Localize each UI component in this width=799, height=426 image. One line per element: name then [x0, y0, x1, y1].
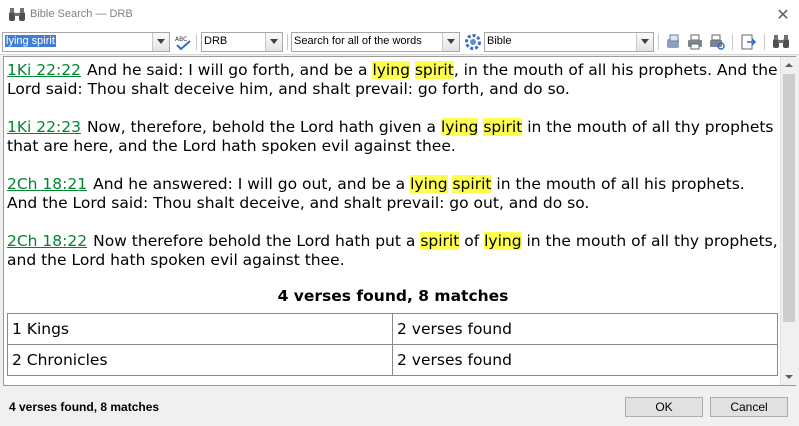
scrollbar-thumb[interactable] — [783, 74, 795, 322]
verse-reference-link[interactable]: 2Ch 18:21 — [7, 175, 87, 193]
table-row: 1 Kings 2 verses found — [7, 313, 778, 345]
vertical-scrollbar[interactable] — [780, 57, 796, 385]
search-input-value: lying spirit — [5, 35, 56, 47]
scope-select-value: Bible — [487, 35, 512, 47]
chevron-down-icon[interactable] — [636, 33, 653, 51]
results-pane: 1Ki 22:22 And he said: I will go forth, a… — [3, 56, 796, 386]
svg-text:ABC: ABC — [175, 36, 187, 43]
export-icon[interactable] — [739, 33, 757, 51]
book-name-cell: 2 Chronicles — [7, 344, 393, 376]
search-input[interactable]: lying spirit — [2, 32, 170, 52]
match-highlight: lying — [372, 61, 410, 79]
search-mode-select[interactable]: Search for all of the words — [291, 32, 460, 52]
book-count-cell: 2 verses found — [392, 344, 778, 376]
ok-button[interactable]: OK — [625, 397, 703, 417]
book-name-cell: 1 Kings — [7, 313, 393, 345]
table-row: 2 Chronicles 2 verses found — [7, 344, 778, 376]
verse-text: And he said: I will go forth, and be a — [86, 61, 373, 79]
books-table: 1 Kings 2 verses found 2 Chronicles 2 verse… — [7, 313, 778, 376]
toolbar: lying spirit ABC DRB Search for all of t… — [0, 30, 799, 55]
chevron-down-icon[interactable] — [265, 33, 282, 51]
match-highlight: lying — [484, 232, 522, 250]
verse-item: 1Ki 22:23 Now, therefore, behold the Lord… — [7, 118, 779, 156]
find-icon[interactable] — [772, 33, 790, 51]
match-highlight: spirit — [452, 175, 492, 193]
gear-icon[interactable] — [464, 33, 482, 51]
verse-text: Now therefore behold the Lord hath put a — [93, 232, 421, 250]
cancel-button[interactable]: Cancel — [710, 397, 788, 417]
match-highlight: lying — [410, 175, 448, 193]
toolbar-separator — [196, 34, 197, 50]
close-button[interactable]: ✕ — [772, 4, 794, 26]
copy-icon[interactable] — [664, 33, 682, 51]
version-select-value: DRB — [204, 35, 228, 47]
verse-text: And he answered: I will go out, and be a — [93, 175, 411, 193]
verse-reference-link[interactable]: 2Ch 18:22 — [7, 232, 87, 250]
scroll-down-icon[interactable] — [781, 369, 797, 385]
verse-item: 1Ki 22:22 And he said: I will go forth, a… — [7, 61, 779, 99]
verse-reference-link[interactable]: 1Ki 22:23 — [7, 118, 81, 136]
verse-item: 2Ch 18:21 And he answered: I will go out,… — [7, 175, 779, 213]
toolbar-separator — [658, 34, 659, 50]
match-highlight: spirit — [420, 232, 460, 250]
search-mode-value: Search for all of the words — [294, 35, 422, 47]
status-text: 4 verses found, 8 matches — [9, 400, 160, 414]
match-highlight: spirit — [483, 118, 523, 136]
title-bar: Bible Search — DRB ✕ — [0, 0, 799, 30]
version-select[interactable]: DRB — [201, 32, 283, 52]
binoculars-icon — [9, 8, 25, 21]
toolbar-separator — [732, 34, 733, 50]
chevron-down-icon[interactable] — [442, 33, 459, 51]
scope-select[interactable]: Bible — [484, 32, 654, 52]
results-content: 1Ki 22:22 And he said: I will go forth, a… — [7, 61, 779, 376]
results-summary: 4 verses found, 8 matches — [277, 287, 509, 305]
print-preview-icon[interactable] — [708, 33, 726, 51]
verse-text: of — [459, 232, 485, 250]
match-highlight: lying — [440, 118, 479, 136]
scroll-up-icon[interactable] — [781, 57, 797, 73]
book-count-cell: 2 verses found — [392, 313, 778, 345]
toolbar-separator — [764, 34, 765, 50]
match-highlight: spirit — [414, 61, 454, 79]
toolbar-separator — [287, 34, 288, 50]
print-icon[interactable] — [686, 33, 704, 51]
window-title: Bible Search — DRB — [30, 8, 133, 20]
verse-reference-link[interactable]: 1Ki 22:22 — [7, 61, 81, 79]
chevron-down-icon[interactable] — [152, 33, 169, 51]
verse-text: Now, therefore, behold the Lord hath giv… — [86, 118, 441, 136]
spellcheck-icon[interactable]: ABC — [174, 33, 192, 51]
verse-item: 2Ch 18:22 Now therefore behold the Lord h… — [7, 232, 779, 270]
verse-list: 1Ki 22:22 And he said: I will go forth, a… — [7, 61, 779, 270]
